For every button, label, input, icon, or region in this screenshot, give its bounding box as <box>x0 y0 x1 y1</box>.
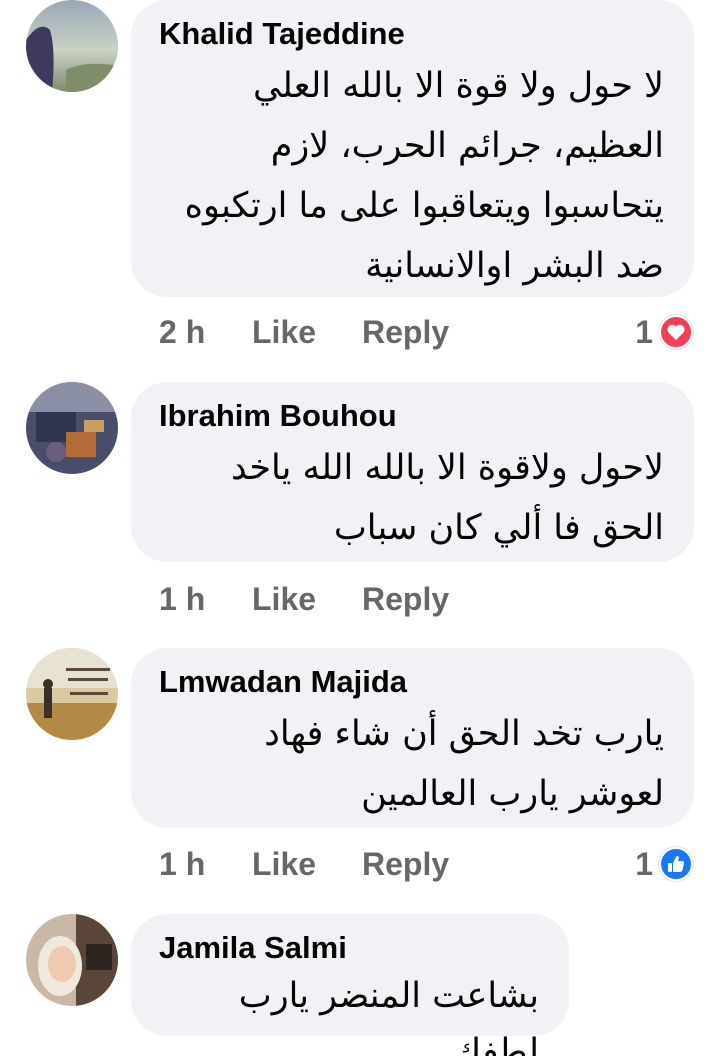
reaction-count: 1 <box>635 845 653 882</box>
comment-author[interactable]: Ibrahim Bouhou <box>159 396 664 436</box>
reaction-count: 1 <box>635 313 653 350</box>
reply-button[interactable]: Reply <box>362 310 449 354</box>
reply-button[interactable]: Reply <box>362 842 449 886</box>
comment-actions: 2 h Like Reply 1 <box>159 310 699 354</box>
reply-button[interactable]: Reply <box>362 577 449 621</box>
comment-actions: 1 h Like Reply 1 <box>159 842 699 886</box>
reaction-summary[interactable]: 1 <box>635 310 693 354</box>
comment-actions: 1 h Like Reply <box>159 577 699 621</box>
comment-author[interactable]: Lmwadan Majida <box>159 662 664 702</box>
reaction-summary[interactable]: 1 <box>635 842 693 886</box>
avatar[interactable] <box>26 914 118 1006</box>
comment-text: بشاعت المنضر يارب لطفك <box>238 976 539 1056</box>
comment-author[interactable]: Jamila Salmi <box>159 928 539 968</box>
comment-timestamp[interactable]: 2 h <box>159 310 205 354</box>
thumbs-up-icon <box>659 847 693 881</box>
comment-timestamp[interactable]: 1 h <box>159 842 205 886</box>
avatar[interactable] <box>26 648 118 740</box>
comment-author[interactable]: Khalid Tajeddine <box>159 14 664 54</box>
comment-bubble: Ibrahim Bouhou لاحول ولاقوة الا بالله ال… <box>131 382 694 562</box>
comment-bubble: Jamila Salmi بشاعت المنضر يارب لطفك <box>131 914 569 1056</box>
comment-bubble: Khalid Tajeddine لا حول ولا قوة الا بالل… <box>131 0 694 297</box>
avatar[interactable] <box>26 0 118 92</box>
like-button[interactable]: Like <box>252 310 316 354</box>
comment-timestamp[interactable]: 1 h <box>159 577 205 621</box>
heart-icon <box>659 315 693 349</box>
comment-text: لاحول ولاقوة الا بالله الله ياخد الحق فا… <box>230 448 664 548</box>
like-button[interactable]: Like <box>252 842 316 886</box>
comment-bubble: Lmwadan Majida يارب تخد الحق أن شاء فهاد… <box>131 648 694 828</box>
avatar[interactable] <box>26 382 118 474</box>
like-button[interactable]: Like <box>252 577 316 621</box>
comment-text: يارب تخد الحق أن شاء فهاد لعوشر يارب الع… <box>264 714 664 814</box>
comment-text: لا حول ولا قوة الا بالله العلي العظيم، ج… <box>184 66 664 286</box>
